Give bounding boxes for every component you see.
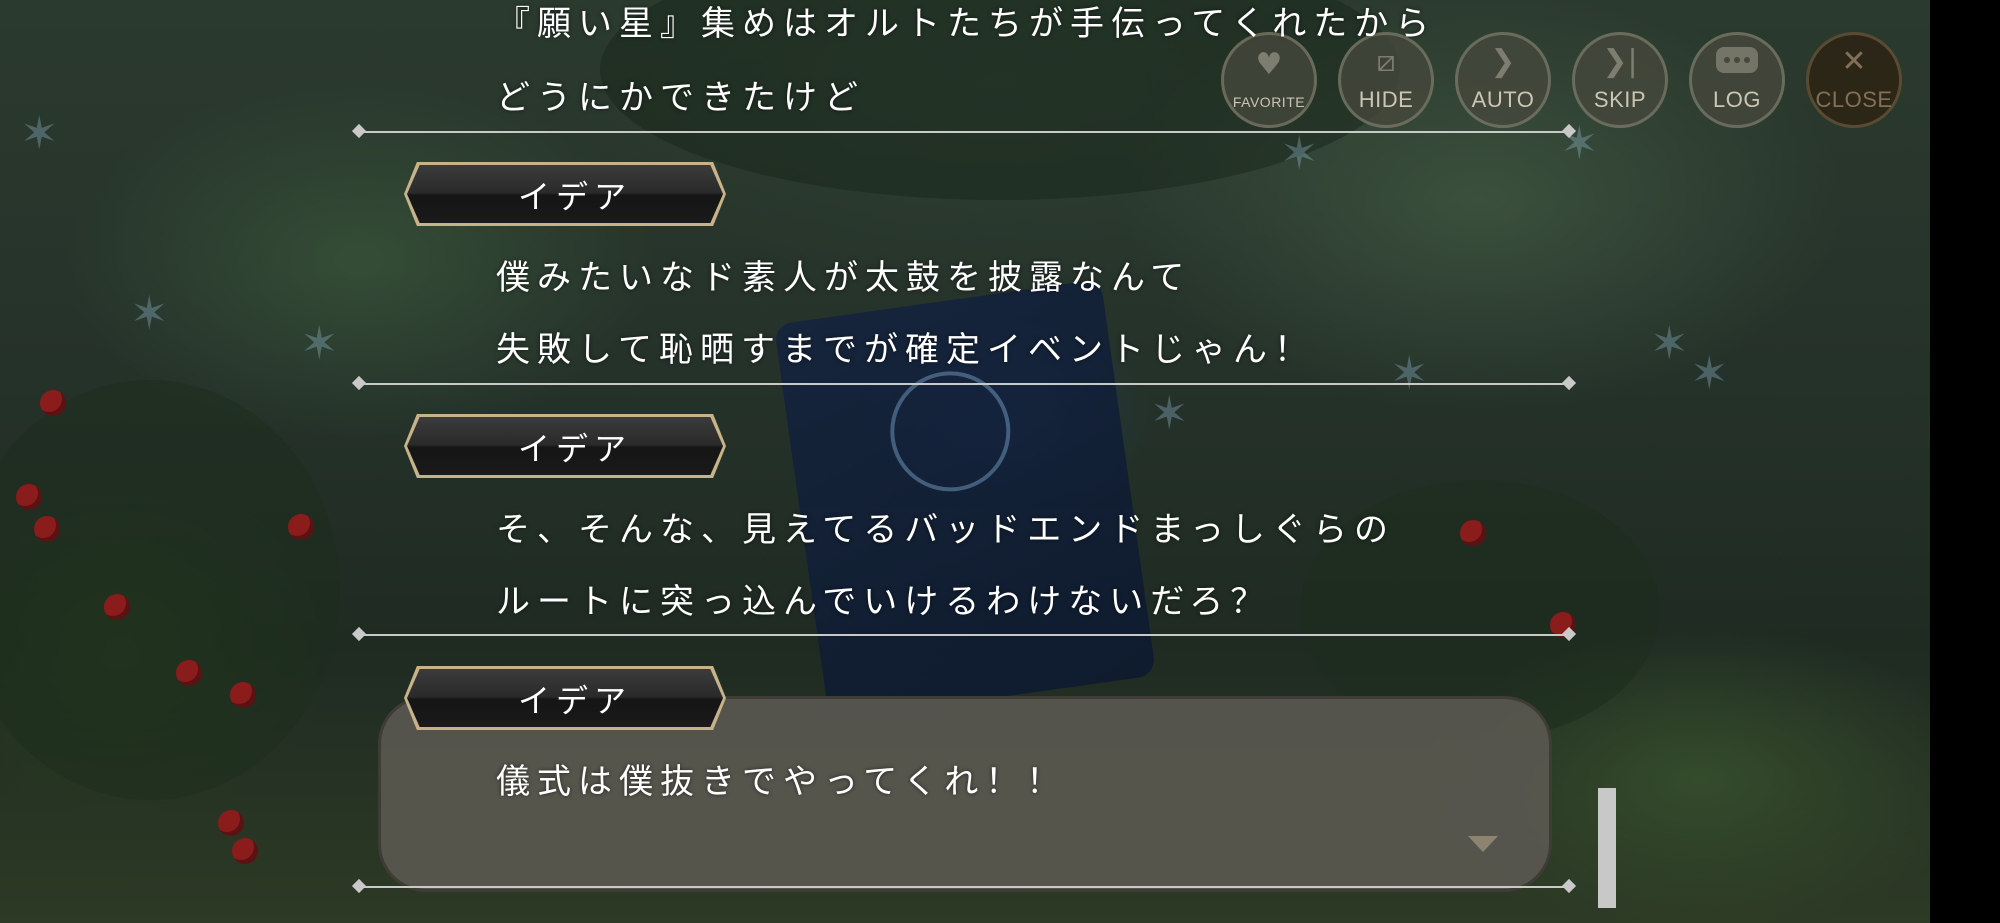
dialogue-line: ルートに突っ込んでいけるわけないだろ？: [496, 582, 1272, 622]
hide-icon: ⧄: [1376, 44, 1396, 79]
skip-icon: ❯|: [1602, 44, 1638, 79]
log-scrollbar[interactable]: [1598, 788, 1616, 908]
auto-button[interactable]: ❯ AUTO: [1455, 32, 1551, 128]
speaker-name: イデア: [518, 430, 633, 468]
favorite-button[interactable]: ♥ FAVORITE: [1221, 32, 1317, 128]
entry-divider: [358, 131, 1570, 133]
close-icon: ✕: [1841, 44, 1867, 79]
dialogue-line: 儀式は僕抜きでやってくれ！！: [496, 762, 1068, 802]
chat-bubble-icon: [1716, 47, 1758, 83]
dialogue-line: どうにかできたけど: [496, 78, 865, 118]
speaker-name-plate: イデア: [404, 414, 726, 478]
apple: [104, 594, 130, 620]
apple: [34, 516, 60, 542]
speaker-name: イデア: [518, 682, 633, 720]
star-ornament: ✶: [1690, 346, 1729, 400]
apple: [218, 810, 244, 836]
speaker-name: イデア: [518, 178, 633, 216]
hide-button[interactable]: ⧄ HIDE: [1338, 32, 1434, 128]
apple: [16, 484, 42, 510]
star-ornament: ✶: [1150, 386, 1189, 440]
heart-icon: ♥: [1255, 47, 1283, 82]
entry-divider: [358, 886, 1570, 888]
dialogue-line: 僕みたいなド素人が太鼓を披露なんて: [496, 258, 1192, 298]
play-arrow-icon: ❯: [1490, 44, 1516, 79]
close-button[interactable]: ✕ CLOSE: [1806, 32, 1902, 128]
apple: [176, 660, 202, 686]
star-ornament: ✶: [1390, 346, 1429, 400]
apple: [40, 390, 66, 416]
speaker-name-plate: イデア: [404, 162, 726, 226]
star-ornament: ✶: [1280, 126, 1319, 180]
bush-left: [0, 380, 340, 800]
star-ornament: ✶: [130, 286, 169, 340]
apple: [1460, 520, 1486, 546]
speaker-name-plate: イデア: [404, 666, 726, 730]
apple: [232, 838, 258, 864]
star-ornament: ✶: [1650, 316, 1689, 370]
star-ornament: ✶: [300, 316, 339, 370]
dialogue-line: 失敗して恥晒すまでが確定イベントじゃん！: [496, 330, 1315, 370]
apple: [288, 514, 314, 540]
dialogue-line: そ、そんな、見えてるバッドエンドまっしぐらの: [496, 510, 1395, 550]
apple: [230, 682, 256, 708]
log-button[interactable]: LOG: [1689, 32, 1785, 128]
chevron-down-icon: [1468, 836, 1498, 852]
dialogue-line: 『願い星』集めはオルトたちが手伝ってくれたから: [496, 4, 1437, 44]
star-ornament: ✶: [20, 106, 59, 160]
skip-button[interactable]: ❯| SKIP: [1572, 32, 1668, 128]
entry-divider: [358, 383, 1570, 385]
entry-divider: [358, 634, 1570, 636]
right-letterbox: [1930, 0, 2000, 923]
